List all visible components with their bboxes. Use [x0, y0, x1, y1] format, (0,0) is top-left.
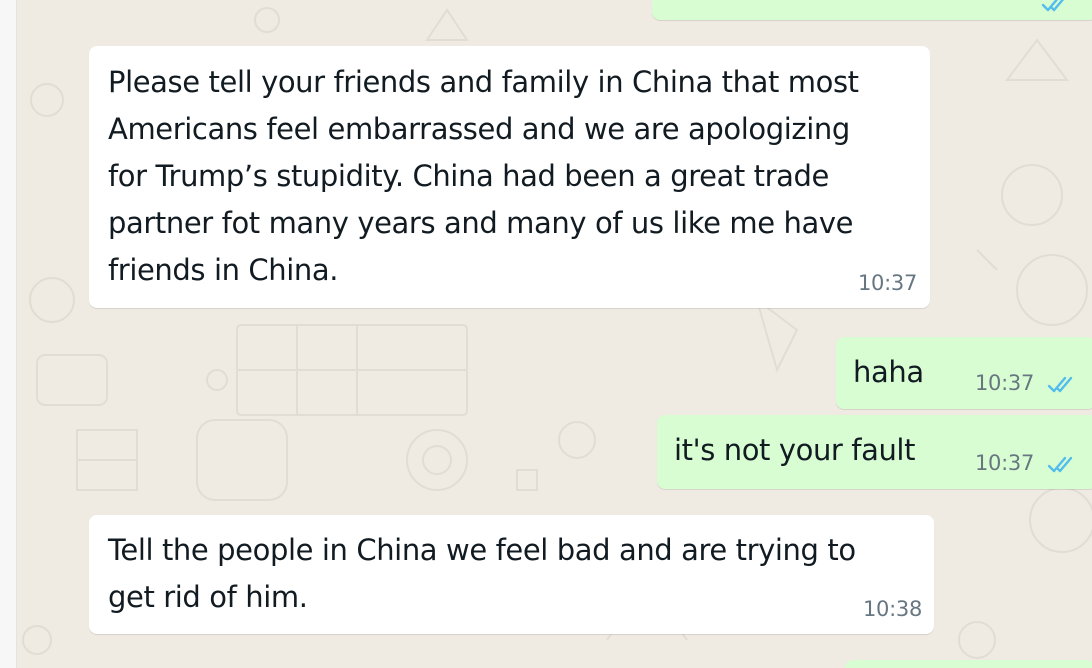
message-line: it's not your fault — [674, 433, 916, 467]
message-text: Please tell your friends and family in C… — [108, 59, 859, 294]
chat-list-edge — [0, 0, 17, 668]
message-line: Tell the people in China we feel bad and… — [108, 533, 856, 567]
message-line: Please tell your friends and family in C… — [108, 65, 859, 99]
message-line: for Trump’s stupidity. China had been a … — [108, 159, 829, 193]
message-line: partner fot many years and many of us li… — [108, 206, 854, 240]
double-check-read-icon — [1041, 0, 1065, 12]
message-text: haha — [853, 349, 924, 396]
message-timestamp: 10:38 — [863, 597, 923, 621]
message-bubble-partial-top[interactable] — [652, 0, 1092, 20]
message-line: Americans feel embarrassed and we are ap… — [108, 112, 850, 146]
message-line: haha — [853, 355, 924, 389]
message-timestamp: 10:37 — [858, 271, 918, 295]
message-bubble-incoming[interactable]: Tell the people in China we feel bad and… — [89, 515, 934, 634]
message-line: friends in China. — [108, 253, 339, 287]
double-check-read-icon — [1047, 456, 1073, 473]
double-check-read-icon — [1047, 376, 1073, 393]
message-timestamp: 10:37 — [975, 451, 1035, 475]
message-line: get rid of him. — [108, 580, 308, 614]
message-bubble-outgoing[interactable]: haha 10:37 — [836, 337, 1092, 409]
message-bubble-incoming[interactable]: Please tell your friends and family in C… — [89, 46, 930, 308]
message-bubble-partial-bottom[interactable] — [845, 660, 1092, 668]
message-text: Tell the people in China we feel bad and… — [108, 527, 856, 621]
message-timestamp: 10:37 — [975, 371, 1035, 395]
message-bubble-outgoing[interactable]: it's not your fault 10:37 — [657, 415, 1092, 489]
message-text: it's not your fault — [674, 427, 915, 474]
